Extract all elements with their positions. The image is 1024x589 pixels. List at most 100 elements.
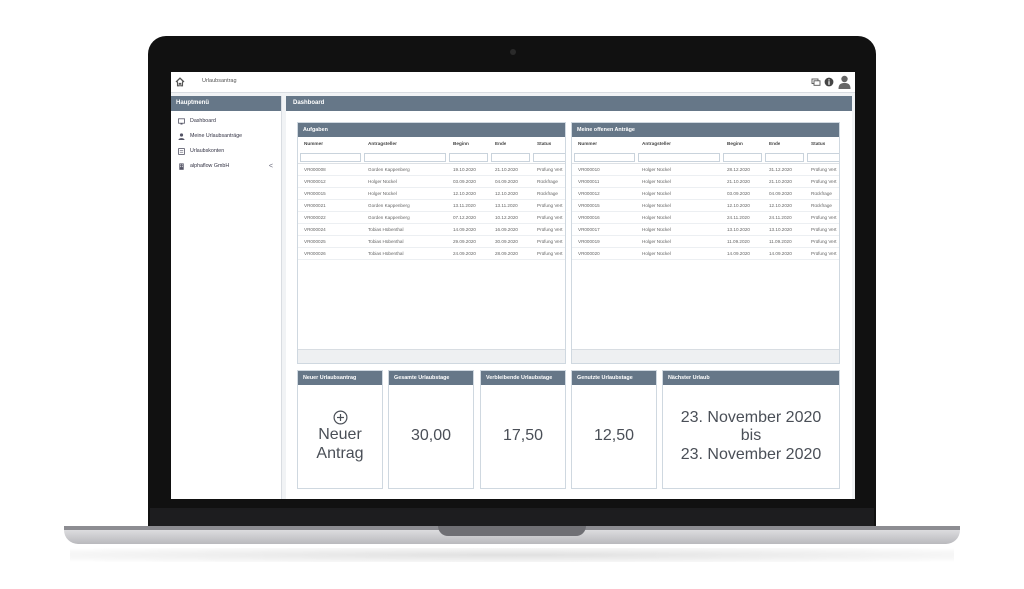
next-vacation-title: Nächster Urlaub <box>663 371 839 385</box>
table-row[interactable]: VR000011 Holger Nückel 21.10.2020 21.10.202… <box>572 176 839 188</box>
sidebar-item-accounts[interactable]: Urlaubskonten <box>171 144 281 159</box>
filter-status-input[interactable] <box>533 153 565 162</box>
table-row[interactable]: VR000024 Tobias Hübenthal 14.09.2020 16.09.… <box>298 224 565 236</box>
filter-number-input[interactable] <box>300 153 361 162</box>
breadcrumb[interactable]: Urlaubsantrag <box>202 78 237 84</box>
column-header-number[interactable]: Nummer <box>304 137 323 151</box>
cell-applicant: Holger Nückel <box>642 239 671 244</box>
table-row[interactable]: VR000017 Holger Nückel 13.10.2020 13.10.202… <box>572 224 839 236</box>
sidebar-item-label: Urlaubskonten <box>190 148 225 154</box>
cell-start: 03.09.2020 <box>453 179 476 184</box>
sidebar-item-my-requests[interactable]: Meine Urlaubsanträge <box>171 129 281 144</box>
filter-row <box>572 151 839 164</box>
cell-applicant: Gorden Kappenberg <box>368 203 410 208</box>
filter-end-input[interactable] <box>491 153 530 162</box>
cell-start: 14.09.2020 <box>453 227 476 232</box>
info-icon[interactable] <box>824 77 834 87</box>
filter-applicant-input[interactable] <box>364 153 446 162</box>
sidebar-item-dashboard[interactable]: Dashboard <box>171 114 281 129</box>
table-row[interactable]: VR000022 Gorden Kappenberg 07.12.2020 10.12… <box>298 212 565 224</box>
tasks-title: Aufgaben <box>298 123 565 137</box>
column-header-status[interactable]: Status <box>537 137 551 151</box>
next-vacation-separator: bis <box>740 427 762 445</box>
filter-applicant-input[interactable] <box>638 153 720 162</box>
table-row[interactable]: VR000021 Gorden Kappenberg 13.11.2020 13.11… <box>298 200 565 212</box>
filter-start-input[interactable] <box>449 153 488 162</box>
cell-number: VR000008 <box>304 167 326 172</box>
sidebar-title: Hauptmenü <box>171 96 281 111</box>
cell-end: 31.12.2020 <box>769 167 792 172</box>
cell-status: Prüfung Vert <box>537 227 563 232</box>
cell-end: 04.09.2020 <box>495 179 518 184</box>
total-days-value: 30,00 <box>410 427 452 445</box>
table-row[interactable]: VR000010 Holger Nückel 28.12.2020 31.12.202… <box>572 164 839 176</box>
plus-circle-icon[interactable] <box>332 410 348 425</box>
new-request-card[interactable]: Neuer Urlaubsantrag Neuer Antrag <box>297 370 383 489</box>
column-header-end[interactable]: Ende <box>769 137 780 151</box>
laptop-camera <box>510 49 516 55</box>
table-row[interactable]: VR000012 Holger Nückel 03.09.2020 04.09.202… <box>572 188 839 200</box>
tasks-panel: Aufgaben Nummer Antragsteller Beginn End… <box>297 122 566 364</box>
table-footer <box>572 349 839 363</box>
cell-status: Prüfung Vert <box>537 167 563 172</box>
table-row[interactable]: VR000015 Holger Nückel 12.10.2020 12.10.202… <box>572 200 839 212</box>
cell-status: Prüfung Vert <box>811 227 837 232</box>
cell-start: 12.10.2020 <box>727 203 750 208</box>
chevron-left-icon[interactable]: < <box>269 159 273 174</box>
cell-end: 12.10.2020 <box>495 191 518 196</box>
cell-status: Prüfung Vert <box>537 203 563 208</box>
table-row[interactable]: VR000025 Tobias Hübenthal 29.09.2020 30.09.… <box>298 236 565 248</box>
column-header-status[interactable]: Status <box>811 137 825 151</box>
cell-applicant: Holger Nückel <box>368 179 397 184</box>
cell-number: VR000011 <box>578 179 600 184</box>
top-bar: Urlaubsantrag <box>171 72 855 93</box>
home-icon[interactable] <box>175 77 185 87</box>
cell-status: Rückfrage <box>811 191 832 196</box>
cell-number: VR000015 <box>304 191 326 196</box>
cell-status: Prüfung Vert <box>811 179 837 184</box>
cell-applicant: Holger Nückel <box>642 179 671 184</box>
cell-start: 13.10.2020 <box>727 227 750 232</box>
total-days-title: Gesamte Urlaubstage <box>389 371 473 385</box>
cell-status: Prüfung Vert <box>537 215 563 220</box>
open-requests-rows: VR000010 Holger Nückel 28.12.2020 31.12.202… <box>572 164 839 260</box>
user-avatar-icon[interactable] <box>838 75 851 89</box>
table-row[interactable]: VR000016 Holger Nückel 24.11.2020 24.11.202… <box>572 212 839 224</box>
filter-status-input[interactable] <box>807 153 839 162</box>
table-row[interactable]: VR000012 Holger Nückel 03.09.2020 04.09.202… <box>298 176 565 188</box>
column-header-number[interactable]: Nummer <box>578 137 597 151</box>
cell-end: 04.09.2020 <box>769 191 792 196</box>
cell-number: VR000015 <box>578 203 600 208</box>
remaining-days-card: Verbleibende Urlaubstage 17,50 <box>480 370 566 489</box>
filter-end-input[interactable] <box>765 153 804 162</box>
new-request-body[interactable]: Neuer Antrag <box>298 385 382 488</box>
sidebar-item-company[interactable]: alphaflow GmbH < <box>171 159 281 174</box>
open-requests-table: Nummer Antragsteller Beginn Ende Status … <box>572 137 839 349</box>
laptop-notch <box>438 526 586 536</box>
cell-number: VR000016 <box>578 215 600 220</box>
cell-applicant: Holger Nückel <box>642 167 671 172</box>
sidebar-item-label: alphaflow GmbH <box>190 163 230 169</box>
cell-end: 14.09.2020 <box>769 251 792 256</box>
messages-icon[interactable] <box>811 77 821 87</box>
cell-applicant: Holger Nückel <box>642 191 671 196</box>
cell-start: 03.09.2020 <box>727 191 750 196</box>
column-header-applicant[interactable]: Antragsteller <box>642 137 671 151</box>
cell-end: 21.10.2020 <box>769 179 792 184</box>
column-header-start[interactable]: Beginn <box>453 137 469 151</box>
remaining-days-title: Verbleibende Urlaubstage <box>481 371 565 385</box>
table-row[interactable]: VR000008 Gorden Kappenberg 19.10.2020 21.10… <box>298 164 565 176</box>
cell-applicant: Holger Nückel <box>642 215 671 220</box>
table-row[interactable]: VR000019 Holger Nückel 11.09.2020 11.09.202… <box>572 236 839 248</box>
table-row[interactable]: VR000026 Tobias Hübenthal 24.09.2020 28.09.… <box>298 248 565 260</box>
table-row[interactable]: VR000020 Holger Nückel 14.09.2020 14.09.202… <box>572 248 839 260</box>
column-header-start[interactable]: Beginn <box>727 137 743 151</box>
cell-status: Prüfung Vert <box>537 251 563 256</box>
filter-number-input[interactable] <box>574 153 635 162</box>
column-header-end[interactable]: Ende <box>495 137 506 151</box>
cell-status: Prüfung Vert <box>537 239 563 244</box>
filter-start-input[interactable] <box>723 153 762 162</box>
column-header-applicant[interactable]: Antragsteller <box>368 137 397 151</box>
table-row[interactable]: VR000015 Holger Nückel 12.10.2020 12.10.202… <box>298 188 565 200</box>
cell-number: VR000020 <box>578 251 600 256</box>
